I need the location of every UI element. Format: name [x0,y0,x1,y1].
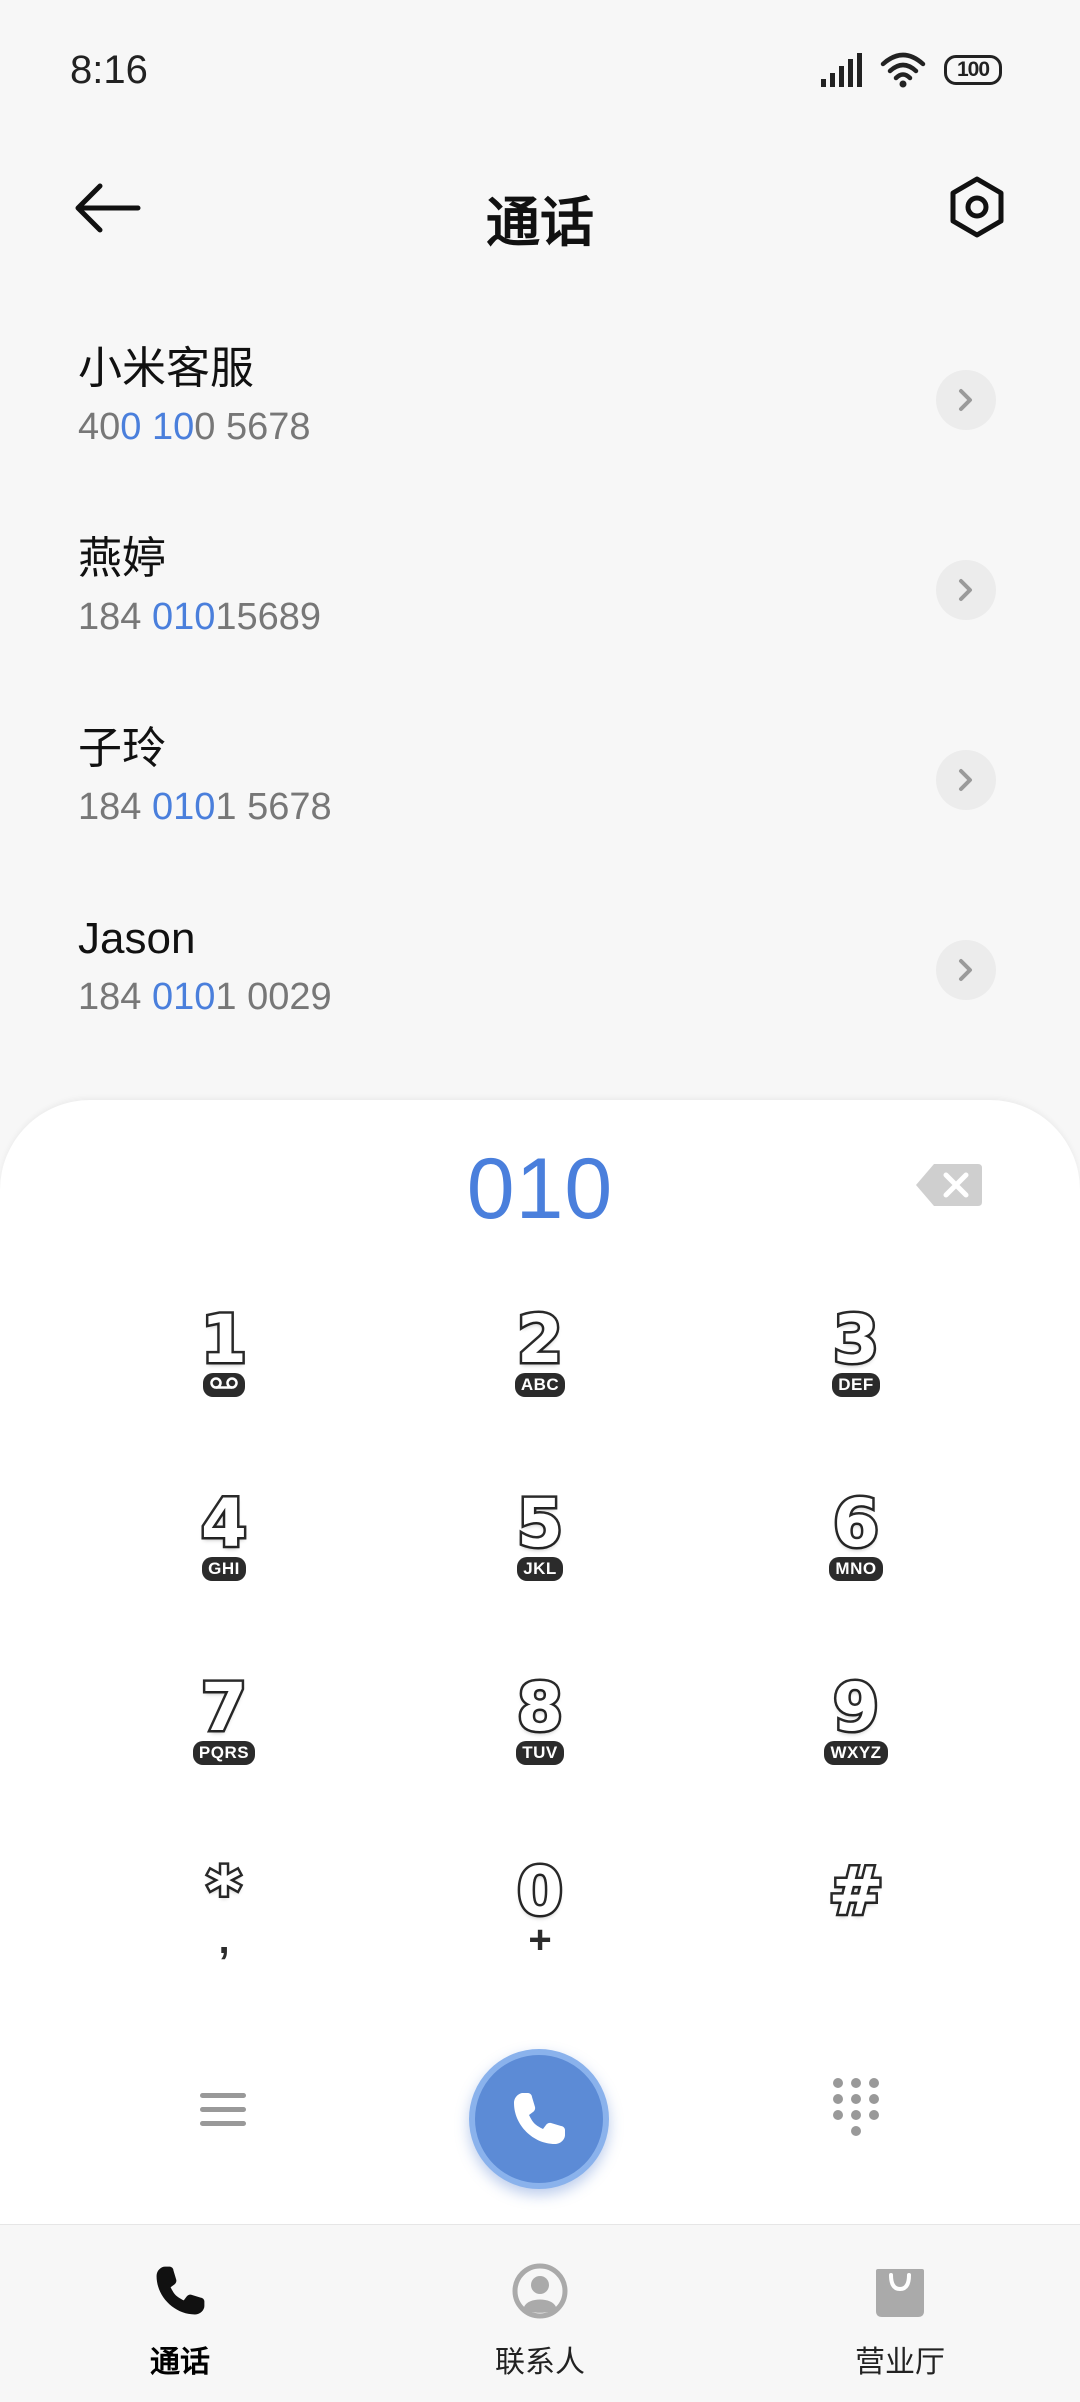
wifi-icon [880,52,926,88]
contact-number: 184 0101 0029 [78,976,332,1018]
list-item[interactable]: 小米客服 400 100 5678 [0,310,1080,500]
key-sub: , [218,1918,230,1962]
phone-icon [156,2266,205,2315]
chevron-right-icon [959,579,972,601]
key-6[interactable]: 6 MNO [698,1469,1014,1653]
key-digit: 4 [199,1485,250,1562]
nav-calls[interactable]: 通话 [0,2225,360,2402]
keypad-toggle-button[interactable] [826,2073,886,2143]
key-1[interactable]: 1 [66,1285,382,1469]
settings-button[interactable] [944,174,1010,240]
search-results: 小米客服 400 100 5678 燕婷 184 01015689 子玲 184… [0,310,1080,1070]
call-button[interactable] [469,2049,609,2189]
header: 通话 [0,150,1080,270]
backspace-button[interactable] [914,1160,984,1210]
contact-icon [512,2263,568,2319]
key-digit: 0 [515,1853,566,1930]
key-letters: ABC [514,1373,566,1397]
nav-label: 营业厅 [855,2346,945,2379]
key-letters: DEF [832,1373,880,1397]
key-digit: 2 [515,1301,566,1378]
key-digit: 7 [199,1669,250,1746]
bottom-nav: 通话 联系人 营业厅 [0,2224,1080,2402]
status-bar: 8:16 100 [0,0,1080,150]
key-digit: 8 [515,1669,566,1746]
dialer-actions [0,2035,1080,2195]
nav-contacts[interactable]: 联系人 [360,2225,720,2402]
key-digit: 5 [515,1485,566,1562]
key-5[interactable]: 5 JKL [382,1469,698,1653]
menu-button[interactable] [196,2085,250,2135]
chevron-right-icon [959,389,972,411]
contact-detail-button[interactable] [936,940,996,1000]
key-hash[interactable]: # [698,1837,1014,2021]
key-digit: # [826,1853,886,1930]
key-digit: 6 [831,1485,882,1562]
contact-detail-button[interactable] [936,560,996,620]
contact-name: 小米客服 [78,344,254,393]
list-item[interactable]: 燕婷 184 01015689 [0,500,1080,690]
key-letters: PQRS [192,1741,256,1765]
key-digit: 3 [831,1301,882,1378]
key-letters: MNO [829,1557,883,1581]
key-letters: TUV [516,1741,564,1765]
list-item[interactable]: 子玲 184 0101 5678 [0,690,1080,880]
key-digit: 9 [831,1669,882,1746]
key-3[interactable]: 3 DEF [698,1285,1014,1469]
nav-label: 通话 [150,2346,210,2379]
chevron-right-icon [959,959,972,981]
key-2[interactable]: 2 ABC [382,1285,698,1469]
contact-number: 184 01015689 [78,596,322,638]
contact-detail-button[interactable] [936,370,996,430]
contact-number: 184 0101 5678 [78,786,332,828]
keypad: 1 2 ABC 3 DEF 4 GHI 5 JKL 6 MNO 7 PQRS 8… [0,1285,1080,2021]
dialpad-icon [833,2078,879,2136]
phone-icon [514,2093,565,2144]
contact-name: 子玲 [78,724,166,773]
gear-icon [950,176,1004,238]
key-letters: WXYZ [824,1741,888,1765]
signal-icon [821,53,862,87]
contact-number: 400 100 5678 [78,406,311,448]
key-9[interactable]: 9 WXYZ [698,1653,1014,1837]
key-letters: GHI [202,1557,246,1581]
list-item[interactable]: Jason 184 0101 0029 [0,880,1080,1070]
status-icons: 100 [820,52,1002,88]
backspace-icon [916,1164,982,1206]
contact-name: Jason [78,914,196,963]
shopping-bag-icon [876,2269,924,2317]
voicemail-icon [203,1373,245,1397]
nav-business-hall[interactable]: 营业厅 [720,2225,1080,2402]
dialer-panel: 010 1 2 ABC 3 DEF 4 GHI 5 JKL 6 MNO 7 PQ… [0,1100,1080,2224]
key-star[interactable]: * , [66,1837,382,2021]
status-time: 8:16 [70,48,148,92]
chevron-right-icon [959,769,972,791]
nav-label: 联系人 [495,2346,585,2379]
key-digit: * [204,1853,243,1930]
key-4[interactable]: 4 GHI [66,1469,382,1653]
key-8[interactable]: 8 TUV [382,1653,698,1837]
key-0[interactable]: 0 + [382,1837,698,2021]
contact-name: 燕婷 [78,534,166,583]
contact-detail-button[interactable] [936,750,996,810]
battery-indicator: 100 [944,55,1002,85]
menu-icon [200,2093,246,2126]
key-digit: 1 [199,1301,250,1378]
page-title: 通话 [486,193,594,253]
key-sub: + [528,1918,552,1962]
key-7[interactable]: 7 PQRS [66,1653,382,1837]
key-letters: JKL [517,1557,563,1581]
